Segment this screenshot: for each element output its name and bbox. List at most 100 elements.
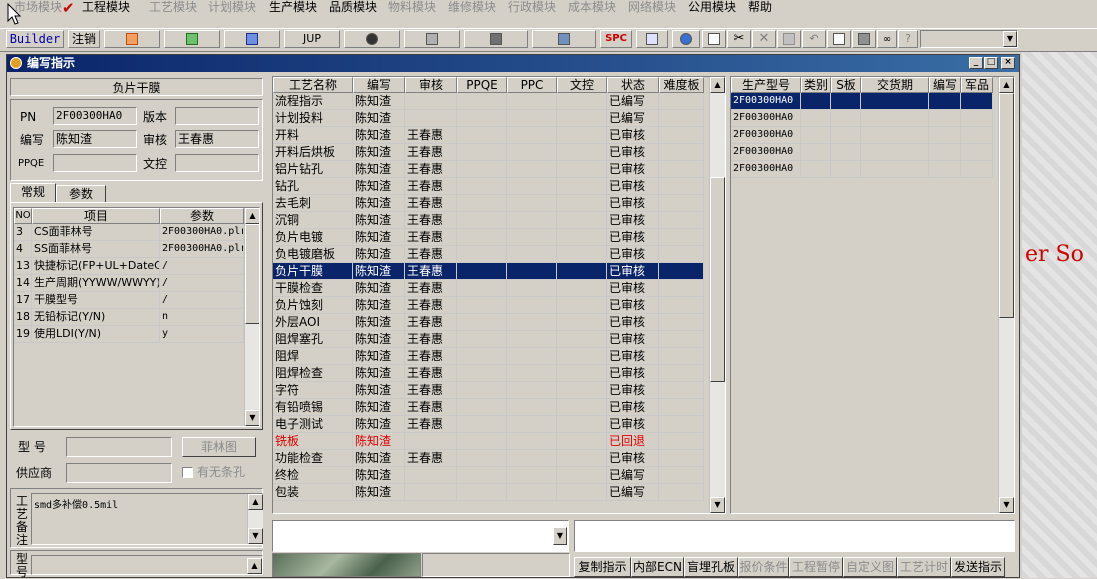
- menu-market[interactable]: 市场模块: [14, 0, 62, 16]
- process-row[interactable]: 负电镀磨板 陈知渣 王春惠 已审核: [273, 246, 704, 263]
- bottom-button-0[interactable]: 复制指示: [574, 557, 631, 577]
- process-row[interactable]: 外层AOI 陈知渣 王春惠 已审核: [273, 314, 704, 331]
- bottom-button-1[interactable]: 内部ECN: [631, 557, 684, 577]
- menu-admin[interactable]: 行政模块: [508, 0, 556, 16]
- scroll-up-icon[interactable]: ▲: [248, 494, 263, 510]
- process-header-reviewer[interactable]: 审核: [405, 77, 457, 93]
- ppqe-field[interactable]: [53, 154, 137, 172]
- process-row[interactable]: 沉铜 陈知渣 王春惠 已审核: [273, 212, 704, 229]
- production-header-0[interactable]: 生产型号: [731, 77, 801, 93]
- scroll-down-icon[interactable]: ▼: [245, 410, 259, 426]
- tab-parameters[interactable]: 参数: [56, 185, 106, 203]
- param-header-item[interactable]: 项目: [32, 208, 160, 224]
- production-header-2[interactable]: S板: [831, 77, 861, 93]
- process-header-name[interactable]: 工艺名称: [273, 77, 353, 93]
- save-button[interactable]: [777, 30, 801, 48]
- word-button[interactable]: [224, 30, 280, 48]
- param-row[interactable]: 14 生产周期(YYWW/WWYY) /: [14, 275, 244, 292]
- chevron-down-icon[interactable]: ▼: [1003, 31, 1017, 47]
- bottom-button-4[interactable]: 工程暂停: [789, 557, 843, 577]
- network-button[interactable]: [464, 30, 528, 48]
- delete-button[interactable]: ✕: [752, 30, 776, 48]
- production-header-5[interactable]: 军品: [961, 77, 993, 93]
- computer-button[interactable]: [532, 30, 596, 48]
- process-row[interactable]: 功能检查 陈知渣 王春惠 已审核: [273, 450, 704, 467]
- bottom-button-7[interactable]: 发送指示: [951, 557, 1005, 577]
- process-row[interactable]: 去毛刺 陈知渣 王春惠 已审核: [273, 195, 704, 212]
- production-header-3[interactable]: 交货期: [861, 77, 929, 93]
- process-row[interactable]: 字符 陈知渣 王春惠 已审核: [273, 382, 704, 399]
- param-row[interactable]: 4 SS面菲林号 2F00300HA0.plr: [14, 241, 244, 258]
- process-row[interactable]: 电子测试 陈知渣 王春惠 已审核: [273, 416, 704, 433]
- scroll-thumb[interactable]: [710, 177, 725, 382]
- model-field[interactable]: [66, 437, 172, 457]
- process-row[interactable]: 铝片钻孔 陈知渣 王春惠 已审核: [273, 161, 704, 178]
- param-header-value[interactable]: 参数: [160, 208, 244, 224]
- maximize-button[interactable]: □: [984, 57, 998, 69]
- scroll-up-icon[interactable]: ▲: [710, 77, 725, 93]
- menu-production[interactable]: 生产模块: [269, 0, 317, 16]
- menu-engineering[interactable]: 工程模块: [82, 0, 130, 16]
- print-button[interactable]: [852, 30, 876, 48]
- process-row[interactable]: 包装 陈知渣 已编写: [273, 484, 704, 501]
- production-header-4[interactable]: 编写: [929, 77, 961, 93]
- process-row[interactable]: 有铅喷锡 陈知渣 王春惠 已审核: [273, 399, 704, 416]
- process-row[interactable]: 负片蚀刻 陈知渣 王春惠 已审核: [273, 297, 704, 314]
- process-row[interactable]: 开料后烘板 陈知渣 王春惠 已审核: [273, 144, 704, 161]
- author-field[interactable]: 陈知渣: [53, 130, 137, 148]
- param-row[interactable]: 19 使用LDI(Y/N) y: [14, 326, 244, 343]
- param-row[interactable]: 18 无铅标记(Y/N) n: [14, 309, 244, 326]
- film-drawing-button[interactable]: 菲林图: [182, 437, 256, 457]
- menu-process[interactable]: 工艺模块: [149, 0, 197, 16]
- version-field[interactable]: [175, 107, 259, 125]
- process-header-doc[interactable]: 文控: [557, 77, 607, 93]
- production-row[interactable]: 2F00300HA0: [731, 127, 993, 144]
- process-row[interactable]: 计划投料 陈知渣 已编写: [273, 110, 704, 127]
- scroll-thumb[interactable]: [999, 93, 1014, 318]
- process-header-author[interactable]: 编写: [353, 77, 405, 93]
- param-row[interactable]: 3 CS面菲林号 2F00300HA0.plr: [14, 224, 244, 241]
- production-scrollbar[interactable]: ▲ ▼: [998, 77, 1014, 513]
- param-header-no[interactable]: NO: [14, 208, 32, 224]
- bottom-text-field[interactable]: [574, 520, 1015, 552]
- bottom-button-3[interactable]: 报价条件: [738, 557, 789, 577]
- logout-button[interactable]: 注销: [68, 30, 100, 48]
- process-row[interactable]: 阻焊检查 陈知渣 王春惠 已审核: [273, 365, 704, 382]
- param-row[interactable]: 13 快捷标记(FP+UL+DateC /: [14, 258, 244, 275]
- scroll-up-icon[interactable]: ▲: [247, 558, 262, 574]
- chevron-down-icon[interactable]: ▼: [553, 527, 567, 545]
- menu-plan[interactable]: 计划模块: [208, 0, 256, 16]
- remark-textarea[interactable]: smd多补偿0.5mil ▲ ▼: [31, 493, 263, 545]
- type-field[interactable]: ▲: [31, 555, 263, 575]
- builder-button[interactable]: Builder: [6, 30, 64, 48]
- new-button[interactable]: [702, 30, 726, 48]
- minimize-button[interactable]: _: [969, 57, 983, 69]
- process-row[interactable]: 干膜检查 陈知渣 王春惠 已审核: [273, 280, 704, 297]
- jup-button[interactable]: JUP: [284, 30, 340, 48]
- undo-button[interactable]: ↶: [802, 30, 826, 48]
- reviewer-field[interactable]: 王春惠: [175, 130, 259, 148]
- process-row[interactable]: 终检 陈知渣 已编写: [273, 467, 704, 484]
- scroll-thumb[interactable]: [245, 224, 259, 324]
- scroll-down-icon[interactable]: ▼: [710, 497, 725, 513]
- scroll-down-icon[interactable]: ▼: [248, 528, 263, 544]
- process-row[interactable]: 阻焊 陈知渣 王春惠 已审核: [273, 348, 704, 365]
- process-row[interactable]: 阻焊塞孔 陈知渣 王春惠 已审核: [273, 331, 704, 348]
- process-header-ppqe[interactable]: PPQE: [457, 77, 507, 93]
- production-header-1[interactable]: 类别: [801, 77, 831, 93]
- find-button[interactable]: ∞: [877, 30, 897, 48]
- menu-common[interactable]: 公用模块: [688, 0, 736, 16]
- production-row[interactable]: 2F00300HA0: [731, 144, 993, 161]
- calendar-button[interactable]: [636, 30, 668, 48]
- spc-button[interactable]: SPC: [600, 30, 632, 48]
- preview-button[interactable]: [827, 30, 851, 48]
- toolbar-combo[interactable]: ▼: [920, 30, 1018, 48]
- menu-material[interactable]: 物料模块: [388, 0, 436, 16]
- process-row[interactable]: 钻孔 陈知渣 王春惠 已审核: [273, 178, 704, 195]
- process-row[interactable]: 负片干膜 陈知渣 王春惠 已审核: [273, 263, 704, 280]
- scroll-down-icon[interactable]: ▼: [999, 497, 1014, 513]
- scroll-up-icon[interactable]: ▲: [245, 208, 259, 224]
- barcode-checkbox[interactable]: [182, 467, 193, 478]
- bottom-button-2[interactable]: 盲埋孔板: [684, 557, 738, 577]
- menu-help[interactable]: 帮助: [748, 0, 772, 16]
